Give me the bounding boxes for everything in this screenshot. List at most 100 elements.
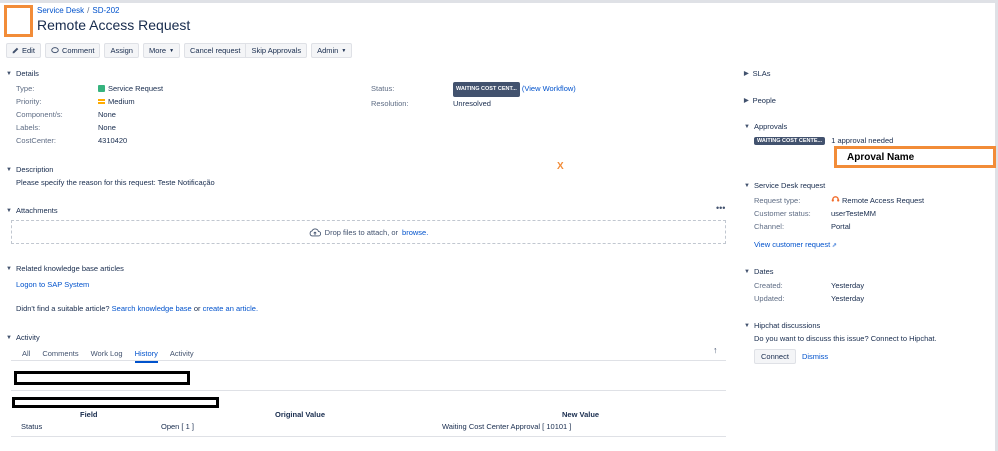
hipchat-prompt: Do you want to discuss this issue? Conne… (754, 334, 937, 343)
created-row: Created: Yesterday (754, 279, 954, 292)
attachments-header[interactable]: ▼ Attachments (6, 206, 58, 215)
customer-status-row: Customer status: userTesteMM (754, 207, 974, 220)
approvals-header[interactable]: ▼ Approvals (744, 122, 787, 131)
attachments-heading: Attachments (15, 206, 58, 215)
dates-header[interactable]: ▼ Dates (744, 267, 774, 276)
updated-row: Updated: Yesterday (754, 292, 954, 305)
activity-header[interactable]: ▼ Activity (6, 333, 40, 342)
request-type-value: Remote Access Request (831, 194, 924, 207)
description-text[interactable]: Please specify the reason for this reque… (16, 178, 215, 187)
more-label: More (148, 46, 167, 55)
admin-button[interactable]: Admin ▼ (311, 43, 353, 58)
approval-row: WAITING COST CENTE... 1 approval needed (754, 136, 893, 145)
assign-button[interactable]: Assign (104, 43, 139, 58)
page-title: Remote Access Request (37, 17, 191, 33)
status-badge: WAITING COST CENT... (453, 82, 520, 97)
detail-row-resolution: Resolution: Unresolved (371, 97, 701, 110)
view-customer-request-link[interactable]: View customer request (754, 240, 830, 249)
cloud-upload-icon (309, 228, 321, 236)
resolution-value: Unresolved (453, 99, 491, 108)
people-heading: People (752, 96, 776, 105)
description-heading: Description (15, 165, 54, 174)
dates-heading: Dates (753, 267, 774, 276)
history-bottom-divider (11, 436, 726, 437)
details-right: Status: WAITING COST CENT... (View Workf… (371, 82, 701, 110)
kb-prompt-line: Didn't find a suitable article? Search k… (16, 304, 258, 313)
collapse-triangle-icon: ▼ (6, 334, 12, 341)
hipchat-actions: Connect Dismiss (754, 349, 828, 364)
issue-toolbar: Edit Comment Assign More ▼ Cancel reques… (6, 43, 353, 58)
collapse-triangle-icon: ▼ (744, 182, 750, 189)
expand-triangle-icon: ▶ (744, 98, 749, 104)
annotation-x-mark: X (557, 161, 564, 172)
pencil-icon (12, 47, 19, 54)
costcenter-value: 4310420 (98, 136, 128, 145)
attachment-dropzone[interactable]: Drop files to attach, or browse. (11, 220, 726, 244)
sd-request-header[interactable]: ▼ Service Desk request (744, 181, 825, 190)
channel-label: Channel: (754, 222, 785, 231)
view-customer-request-row: View customer request ⇗ (754, 240, 837, 249)
priority-label: Priority: (16, 97, 42, 106)
cancel-request-button[interactable]: Cancel request (184, 43, 247, 58)
detail-row-costcenter: CostCenter: 4310420 (16, 134, 346, 147)
labels-value: None (98, 123, 116, 132)
components-value: None (98, 110, 116, 119)
external-link-icon[interactable]: ⇗ (830, 243, 837, 249)
kb-header[interactable]: ▼ Related knowledge base articles (6, 264, 124, 273)
customer-status-value: userTesteMM (831, 209, 877, 218)
browse-link[interactable]: browse. (402, 228, 428, 237)
history-row-original: Open [ 1 ] (161, 422, 194, 431)
dismiss-link[interactable]: Dismiss (802, 352, 828, 361)
people-header[interactable]: ▶ People (744, 96, 776, 105)
breadcrumb: Service Desk / SD-202 (37, 6, 119, 15)
dates-details: Created: Yesterday Updated: Yesterday (754, 279, 954, 305)
approval-name-annotation: Aproval Name (834, 146, 996, 168)
chevron-down-icon: ▼ (341, 47, 347, 54)
edit-button[interactable]: Edit (6, 43, 41, 58)
request-type-label: Request type: (754, 196, 801, 205)
details-heading: Details (15, 69, 39, 78)
sd-request-details: Request type: Remote Access Request Cust… (754, 194, 974, 233)
create-article-link[interactable]: create an article. (203, 304, 258, 313)
kb-article-link[interactable]: Logon to SAP System (16, 280, 89, 289)
history-divider (11, 390, 726, 391)
channel-row: Channel: Portal (754, 220, 974, 233)
priority-medium-icon (98, 99, 105, 104)
description-header[interactable]: ▼ Description (6, 165, 53, 174)
kb-prompt: Didn't find a suitable article? (16, 304, 110, 313)
redacted-history-bar (12, 397, 219, 408)
sort-order-icon[interactable]: ↑ (713, 345, 718, 355)
costcenter-label: CostCenter: (16, 136, 57, 145)
history-col-new: New Value (562, 410, 600, 419)
priority-value: Medium (98, 95, 135, 108)
collapse-triangle-icon: ▼ (6, 265, 12, 272)
hipchat-header[interactable]: ▼ Hipchat discussions (744, 321, 820, 330)
details-header[interactable]: ▼ Details (6, 69, 39, 78)
updated-label: Updated: (754, 294, 785, 303)
labels-label: Labels: (16, 123, 41, 132)
updated-value: Yesterday (831, 294, 865, 303)
priority-value-text: Medium (108, 97, 135, 106)
view-workflow-link[interactable]: (View Workflow) (522, 84, 576, 93)
request-type-icon (831, 196, 840, 202)
breadcrumb-project[interactable]: Service Desk (37, 6, 84, 15)
connect-button[interactable]: Connect (754, 349, 796, 364)
more-button[interactable]: More ▼ (142, 43, 181, 58)
status-label: Status: (371, 84, 395, 93)
more-options-icon[interactable]: ••• (716, 203, 725, 213)
history-row-field: Status (21, 422, 43, 431)
comment-button[interactable]: Comment (44, 43, 101, 58)
collapse-triangle-icon: ▼ (6, 207, 12, 214)
history-row-new: Waiting Cost Center Approval [ 10101 ] (442, 422, 572, 431)
avatar (4, 5, 33, 37)
activity-heading: Activity (15, 333, 40, 342)
approval-status-badge: WAITING COST CENTE... (754, 137, 826, 145)
workflow-button-group: Cancel request Skip Approvals (184, 43, 308, 58)
skip-approvals-button[interactable]: Skip Approvals (246, 43, 308, 58)
detail-row-components: Component/s: None (16, 108, 346, 121)
slas-header[interactable]: ▶ SLAs (744, 69, 771, 78)
breadcrumb-issue-key[interactable]: SD-202 (92, 6, 119, 15)
search-kb-link[interactable]: Search knowledge base (112, 304, 192, 313)
detail-row-status: Status: WAITING COST CENT... (View Workf… (371, 82, 701, 97)
collapse-triangle-icon: ▼ (744, 123, 750, 130)
